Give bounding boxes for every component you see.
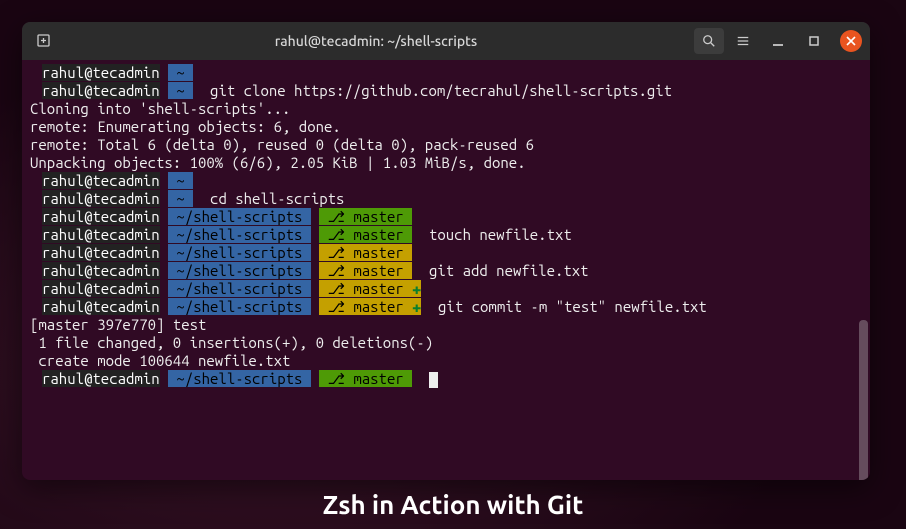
prompt-branch-dirty: ⎇ master xyxy=(319,262,412,279)
prompt-line: rahul@tecadmin ~/shell-scripts ⎇ master xyxy=(30,244,862,262)
prompt-line: rahul@tecadmin ~ cd shell-scripts xyxy=(30,190,862,208)
close-button[interactable] xyxy=(840,30,862,52)
prompt-user: rahul@tecadmin xyxy=(42,172,160,189)
prompt-path: ~/shell-scripts xyxy=(168,244,311,261)
search-button[interactable] xyxy=(694,28,724,54)
prompt-path: ~ xyxy=(168,172,193,189)
prompt-line: rahul@tecadmin ~/shell-scripts ⎇ master … xyxy=(30,280,862,298)
prompt-branch-dirty: ⎇ master xyxy=(319,244,412,261)
terminal-window: rahul@tecadmin: ~/shell-scripts rahul@te… xyxy=(22,22,870,480)
prompt-branch-staged: ⎇ master ✚ xyxy=(319,280,421,297)
cursor xyxy=(429,372,438,388)
output-line: [master 397e770] test xyxy=(30,316,862,334)
prompt-branch: ⎇ master xyxy=(319,370,412,387)
prompt-line: rahul@tecadmin ~ git clone https://githu… xyxy=(30,82,862,100)
plus-icon: ✚ xyxy=(412,298,421,315)
prompt-user: rahul@tecadmin xyxy=(42,262,160,279)
prompt-line: rahul@tecadmin ~/shell-scripts ⎇ master … xyxy=(30,298,862,316)
output-line: Unpacking objects: 100% (6/6), 2.05 KiB … xyxy=(30,154,862,172)
close-icon xyxy=(846,36,856,46)
minimize-icon xyxy=(772,35,784,47)
prompt-line: rahul@tecadmin ~ xyxy=(30,172,862,190)
search-icon xyxy=(702,34,716,48)
output-line: remote: Enumerating objects: 6, done. xyxy=(30,118,862,136)
new-tab-icon xyxy=(36,33,52,49)
minimize-button[interactable] xyxy=(765,28,791,54)
prompt-user: rahul@tecadmin xyxy=(42,82,160,99)
prompt-path: ~/shell-scripts xyxy=(168,226,311,243)
window-title: rahul@tecadmin: ~/shell-scripts xyxy=(64,33,688,49)
prompt-path: ~/shell-scripts xyxy=(168,280,311,297)
maximize-icon xyxy=(808,35,820,47)
prompt-user: rahul@tecadmin xyxy=(42,280,160,297)
hamburger-icon xyxy=(736,34,750,48)
terminal-output[interactable]: rahul@tecadmin ~ rahul@tecadmin ~ git cl… xyxy=(22,60,870,480)
prompt-user: rahul@tecadmin xyxy=(42,226,160,243)
output-line: 1 file changed, 0 insertions(+), 0 delet… xyxy=(30,334,862,352)
prompt-path: ~/shell-scripts xyxy=(168,370,311,387)
command-text: git clone https://github.com/tecrahul/sh… xyxy=(210,82,672,99)
prompt-line: rahul@tecadmin ~/shell-scripts ⎇ master … xyxy=(30,226,862,244)
output-line: remote: Total 6 (delta 0), reused 0 (del… xyxy=(30,136,862,154)
output-line: Cloning into 'shell-scripts'... xyxy=(30,100,862,118)
prompt-branch: ⎇ master xyxy=(319,226,412,243)
command-text: touch newfile.txt xyxy=(429,226,572,243)
prompt-user: rahul@tecadmin xyxy=(42,190,160,207)
image-caption: Zsh in Action with Git xyxy=(0,490,906,519)
prompt-user: rahul@tecadmin xyxy=(42,370,160,387)
prompt-user: rahul@tecadmin xyxy=(42,64,160,81)
prompt-branch: ⎇ master xyxy=(319,208,412,225)
prompt-line: rahul@tecadmin ~ xyxy=(30,64,862,82)
command-text: git add newfile.txt xyxy=(429,262,589,279)
scrollbar-thumb[interactable] xyxy=(859,320,868,480)
command-text: cd shell-scripts xyxy=(210,190,344,207)
prompt-user: rahul@tecadmin xyxy=(42,208,160,225)
prompt-line-active: rahul@tecadmin ~/shell-scripts ⎇ master xyxy=(30,370,862,388)
titlebar: rahul@tecadmin: ~/shell-scripts xyxy=(22,22,870,60)
prompt-path: ~ xyxy=(168,64,193,81)
output-line: create mode 100644 newfile.txt xyxy=(30,352,862,370)
prompt-path: ~ xyxy=(168,190,193,207)
command-text: git commit -m "test" newfile.txt xyxy=(438,298,707,315)
menu-button[interactable] xyxy=(728,28,758,54)
maximize-button[interactable] xyxy=(801,28,827,54)
prompt-user: rahul@tecadmin xyxy=(42,298,160,315)
prompt-path: ~/shell-scripts xyxy=(168,262,311,279)
prompt-line: rahul@tecadmin ~/shell-scripts ⎇ master … xyxy=(30,262,862,280)
prompt-branch-staged: ⎇ master ✚ xyxy=(319,298,421,315)
prompt-line: rahul@tecadmin ~/shell-scripts ⎇ master xyxy=(30,208,862,226)
new-tab-button[interactable] xyxy=(30,27,58,55)
prompt-user: rahul@tecadmin xyxy=(42,244,160,261)
prompt-path: ~/shell-scripts xyxy=(168,298,311,315)
plus-icon: ✚ xyxy=(412,280,421,297)
prompt-path: ~ xyxy=(168,82,193,99)
prompt-path: ~/shell-scripts xyxy=(168,208,311,225)
